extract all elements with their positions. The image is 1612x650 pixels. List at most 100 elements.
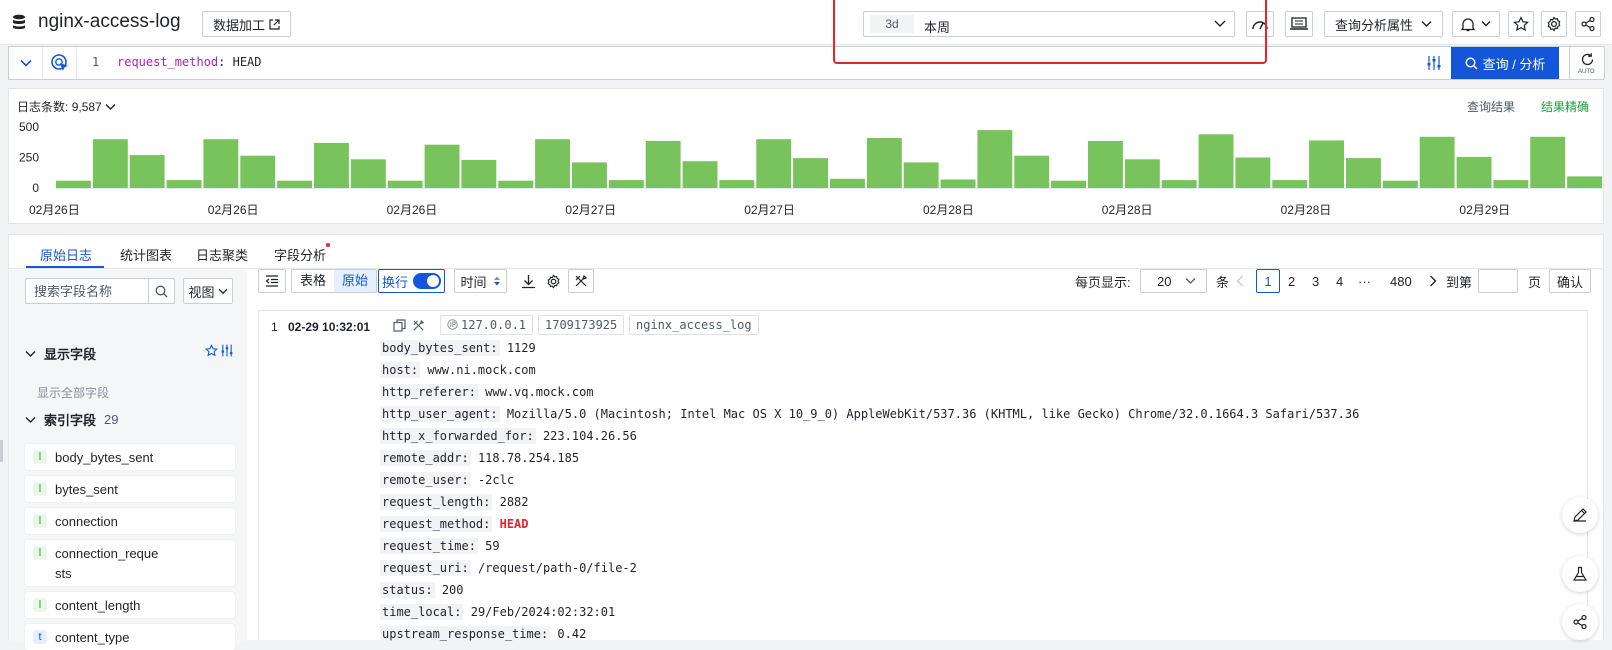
histogram-bar[interactable] [350,159,386,188]
histogram-bar[interactable] [940,179,976,189]
table-view-option[interactable]: 表格 [292,270,334,292]
field-item[interactable]: l content_length [25,592,235,618]
tools-button[interactable] [568,269,594,293]
histogram-bar[interactable] [1198,134,1234,188]
histogram-bar[interactable] [608,180,644,188]
histogram-bar[interactable] [129,155,165,188]
field-item[interactable]: l bytes_sent [25,476,235,502]
log-field[interactable]: host: www.ni.mock.com [380,362,536,378]
download-icon[interactable] [521,274,536,289]
histogram-bar[interactable] [1382,180,1418,188]
histogram-bar[interactable] [1530,136,1566,188]
histogram-bar[interactable] [977,130,1013,188]
confirm-button[interactable]: 确认 [1549,269,1591,293]
copy-icon[interactable] [393,319,406,332]
page-1-button[interactable]: 1 [1256,269,1280,293]
field-settings-icon[interactable] [220,343,234,358]
histogram-bar[interactable] [1161,180,1197,188]
filter-settings-icon[interactable] [1427,54,1441,72]
data-process-button[interactable]: 数据加工 [202,11,291,37]
histogram-bar[interactable] [166,180,202,188]
field-item[interactable]: l body_bytes_sent [25,444,235,470]
source-ip-tag[interactable]: 127.0.0.1 [440,315,534,335]
share-button[interactable] [1575,11,1601,37]
histogram-bar[interactable] [903,162,939,188]
histogram-bar[interactable] [1493,180,1529,188]
log-field[interactable]: status: 200 [380,582,464,598]
share-float-button[interactable] [1562,604,1598,640]
star-outline-icon[interactable] [205,344,218,357]
log-field[interactable]: request_uri: /request/path-0/file-2 [380,560,637,576]
histogram-bar[interactable] [1124,159,1160,188]
tab-field-analysis[interactable]: 字段分析 [274,245,326,264]
histogram-bar[interactable] [1014,155,1050,188]
chevron-right-icon[interactable] [1429,275,1437,287]
field-item[interactable]: t content_type [25,624,235,650]
favorite-button[interactable] [1508,11,1534,37]
wrap-toggle[interactable]: 换行 [378,269,445,293]
auto-refresh-button[interactable]: AUTO [1569,46,1605,80]
collapse-sidebar-button[interactable] [258,269,286,293]
log-field[interactable]: body_bytes_sent: 1129 [380,340,536,356]
histogram-bar[interactable] [1309,140,1344,188]
histogram-bar[interactable] [1051,180,1086,188]
time-sort-button[interactable]: 时间 [454,269,507,293]
histogram-bar[interactable] [1567,176,1602,188]
histogram-bar[interactable] [1235,157,1271,189]
field-item[interactable]: l connection_reque sts [25,540,235,586]
field-item[interactable]: l connection [25,508,235,534]
histogram-bar[interactable] [682,161,718,188]
per-page-select[interactable]: 20 [1140,269,1207,293]
log-field[interactable]: http_x_forwarded_for: 223.104.26.56 [380,428,637,444]
histogram-bar[interactable] [1456,156,1492,188]
histogram-bar[interactable] [1346,158,1381,188]
histogram-bar[interactable] [719,180,755,188]
query-expand-button[interactable] [9,47,43,79]
query-input[interactable]: request_method: HEAD [117,55,262,69]
log-field[interactable]: request_length: 2882 [380,494,529,510]
histogram-bar[interactable] [56,180,91,188]
histogram-bar[interactable] [1419,136,1455,188]
log-field[interactable]: remote_user: -2clc [380,472,514,488]
lab-float-button[interactable] [1562,556,1598,592]
histogram-bar[interactable] [1272,180,1308,188]
raw-view-option[interactable]: 原始 [334,270,377,292]
histogram-bar[interactable] [572,162,607,188]
gauge-button[interactable] [1246,11,1274,37]
device-button[interactable] [1285,11,1313,37]
log-field[interactable]: upstream_response_time: 0.42 [380,626,586,642]
tab-raw-logs[interactable]: 原始日志 [40,245,92,264]
goto-page-input[interactable] [1478,269,1518,293]
view-select[interactable]: 视图 [183,278,233,304]
histogram-bar[interactable] [92,139,128,188]
histogram-bar[interactable] [240,155,276,188]
histogram-bar[interactable] [387,180,423,188]
page-ellipsis[interactable]: ··· [1358,269,1371,293]
tab-charts[interactable]: 统计图表 [120,245,172,264]
log-field[interactable]: remote_addr: 118.78.254.185 [380,450,579,466]
histogram-bar[interactable] [645,141,681,188]
log-field[interactable]: http_referer: www.vq.mock.com [380,384,594,400]
tab-log-clustering[interactable]: 日志聚类 [196,245,248,264]
histogram-bar[interactable] [1088,141,1123,188]
show-all-fields-link[interactable]: 显示全部字段 [37,384,109,401]
histogram-bar[interactable] [277,180,312,188]
left-resize-handle[interactable] [0,440,3,462]
log-field[interactable]: time_local: 29/Feb/2024:02:32:01 [380,604,615,620]
histogram-bar[interactable] [866,138,902,188]
query-mode-button[interactable] [43,47,77,79]
chevron-left-icon[interactable] [1236,275,1244,287]
timestamp-tag[interactable]: 1709173925 [538,315,625,335]
time-range-picker[interactable]: 3d 本周 [863,11,1235,37]
histogram-bar[interactable] [793,158,828,188]
histogram-bar[interactable] [756,139,792,188]
analysis-properties-button[interactable]: 查询分析属性 [1324,11,1443,37]
topic-tag[interactable]: nginx_access_log [629,315,759,335]
settings-button[interactable] [1541,11,1567,37]
field-search-input[interactable] [34,280,154,302]
field-search-button[interactable] [148,279,174,303]
page-2-button[interactable]: 2 [1288,269,1295,293]
page-3-button[interactable]: 3 [1312,269,1319,293]
histogram-bar[interactable] [203,139,239,188]
index-fields-header[interactable]: 索引字段 29 [25,410,118,429]
